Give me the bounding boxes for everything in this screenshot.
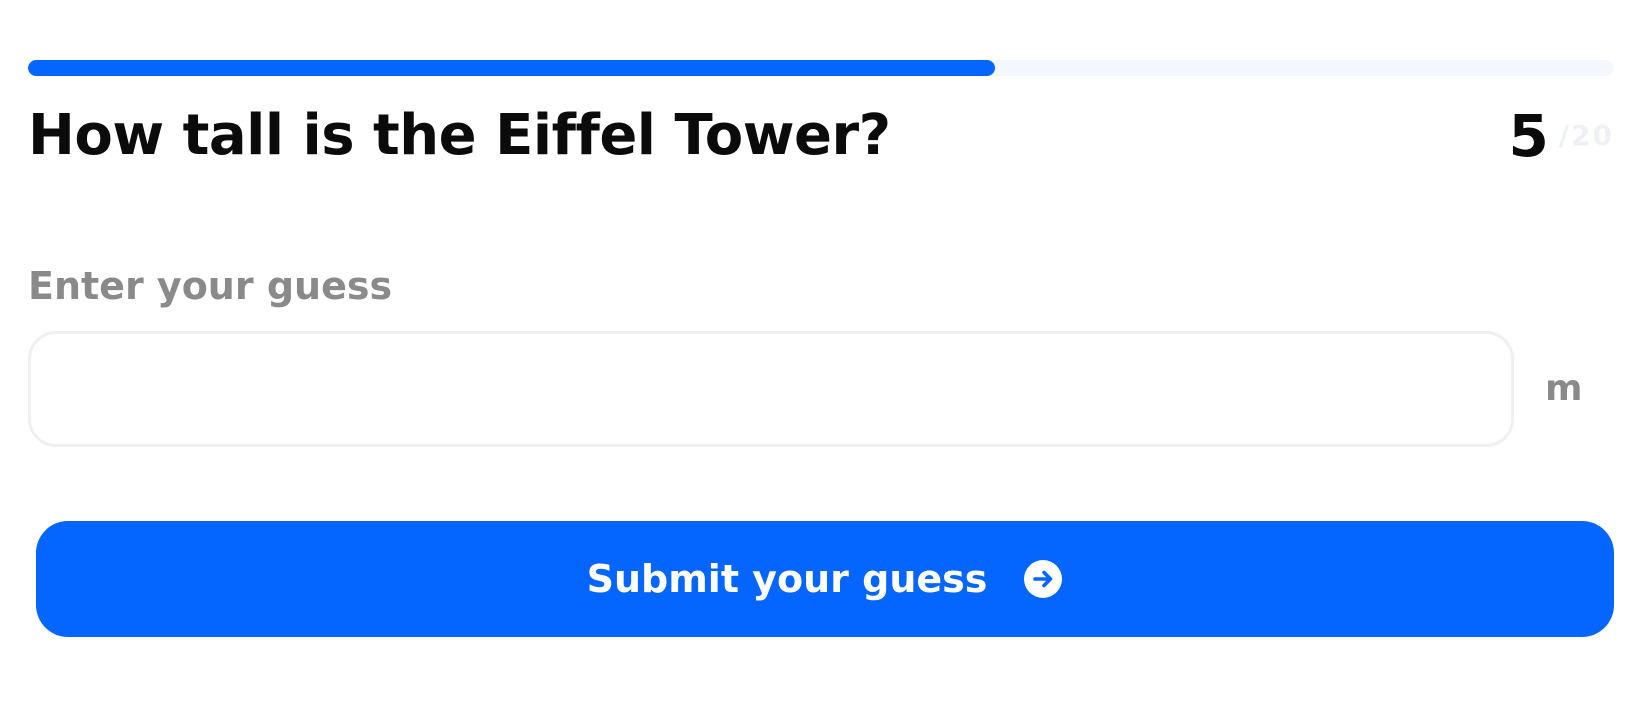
question-counter-total: /20 bbox=[1558, 119, 1614, 152]
guess-input[interactable] bbox=[28, 331, 1514, 447]
arrow-right-circle-icon bbox=[1024, 560, 1063, 598]
guess-label: Enter your guess bbox=[28, 264, 393, 308]
progress-bar-fill bbox=[28, 60, 996, 76]
progress-bar bbox=[28, 60, 1614, 76]
submit-guess-button[interactable]: Submit your guess bbox=[36, 521, 1614, 637]
question-title: How tall is the Eiffel Tower? bbox=[28, 103, 891, 168]
submit-guess-label: Submit your guess bbox=[586, 557, 988, 601]
unit-label: m bbox=[1545, 368, 1583, 409]
question-counter: 5 /20 bbox=[1508, 96, 1614, 176]
question-counter-current: 5 bbox=[1508, 102, 1549, 170]
